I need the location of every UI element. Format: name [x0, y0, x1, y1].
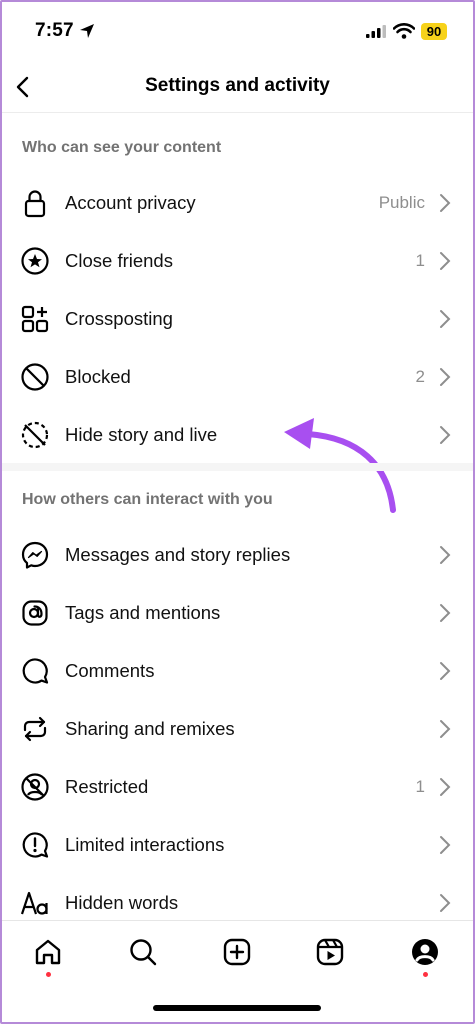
- settings-item-account-privacy[interactable]: Account privacy Public: [0, 173, 475, 231]
- restricted-icon: [20, 772, 50, 802]
- text-aa-icon: [20, 888, 50, 918]
- chevron-right-icon: [440, 604, 451, 622]
- settings-item-sharing-and-remixes[interactable]: Sharing and remixes: [0, 699, 475, 757]
- battery-indicator: 90: [421, 23, 447, 40]
- settings-item-comments[interactable]: Comments: [0, 641, 475, 699]
- repost-icon: [20, 714, 50, 744]
- profile-icon: [412, 939, 438, 965]
- chevron-right-icon: [440, 546, 451, 564]
- settings-item-messages-and-story-replies[interactable]: Messages and story replies: [0, 525, 475, 583]
- home-icon: [35, 939, 61, 965]
- chevron-right-icon: [440, 778, 451, 796]
- tab-reels[interactable]: [313, 935, 347, 969]
- settings-item-value: 1: [415, 777, 425, 796]
- chevron-right-icon: [440, 720, 451, 738]
- star-circle-icon: [20, 246, 50, 276]
- settings-item-label: Crossposting: [65, 308, 173, 329]
- chevron-right-icon: [440, 662, 451, 680]
- settings-item-label: Hide story and live: [65, 424, 218, 445]
- tab-profile[interactable]: [408, 935, 442, 969]
- section-divider: [0, 463, 475, 471]
- notification-dot: [423, 972, 428, 977]
- tab-create[interactable]: [220, 935, 254, 969]
- settings-item-label: Hidden words: [65, 892, 179, 913]
- hide-story-icon: [20, 420, 50, 450]
- chevron-right-icon: [440, 194, 451, 212]
- settings-item-limited-interactions[interactable]: Limited interactions: [0, 815, 475, 873]
- location-arrow-icon: [80, 24, 94, 38]
- settings-item-label: Limited interactions: [65, 834, 225, 855]
- chevron-right-icon: [440, 368, 451, 386]
- messenger-icon: [20, 540, 50, 570]
- settings-item-blocked[interactable]: Blocked 2: [0, 347, 475, 405]
- search-icon: [130, 939, 157, 966]
- settings-item-label: Blocked: [65, 366, 131, 387]
- tab-search[interactable]: [126, 935, 160, 969]
- comment-icon: [20, 656, 50, 686]
- settings-item-crossposting[interactable]: Crossposting: [0, 289, 475, 347]
- grid-plus-icon: [20, 304, 50, 334]
- cellular-signal-icon: [366, 25, 386, 38]
- notification-dot: [46, 972, 51, 977]
- settings-item-close-friends[interactable]: Close friends 1: [0, 231, 475, 289]
- reels-icon: [316, 938, 344, 966]
- status-bar: 7:57 90: [0, 0, 475, 62]
- chevron-right-icon: [440, 836, 451, 854]
- settings-item-value: 2: [415, 367, 425, 386]
- settings-item-label: Close friends: [65, 250, 173, 271]
- settings-item-label: Tags and mentions: [65, 602, 221, 623]
- tab-home[interactable]: [31, 935, 65, 969]
- section-title-interactions: How others can interact with you: [22, 491, 273, 508]
- settings-item-restricted[interactable]: Restricted 1: [0, 757, 475, 815]
- chevron-right-icon: [440, 310, 451, 328]
- create-icon: [223, 938, 251, 966]
- lock-icon: [20, 188, 50, 218]
- home-indicator: [153, 1005, 321, 1011]
- section-title-visibility: Who can see your content: [22, 139, 222, 156]
- settings-item-value: Public: [378, 193, 425, 212]
- settings-item-label: Sharing and remixes: [65, 718, 235, 739]
- settings-item-value: 1: [415, 251, 425, 270]
- alert-bubble-icon: [20, 830, 50, 860]
- chevron-right-icon: [440, 426, 451, 444]
- at-sign-icon: [20, 598, 50, 628]
- chevron-right-icon: [440, 252, 451, 270]
- settings-item-label: Account privacy: [65, 192, 196, 213]
- status-time: 7:57: [35, 20, 74, 41]
- top-nav: Settings and activity: [0, 62, 475, 113]
- page-title: Settings and activity: [145, 75, 330, 96]
- settings-item-tags-and-mentions[interactable]: Tags and mentions: [0, 583, 475, 641]
- settings-item-label: Restricted: [65, 776, 149, 797]
- chevron-right-icon: [440, 894, 451, 912]
- blocked-icon: [20, 362, 50, 392]
- settings-item-label: Comments: [65, 660, 155, 681]
- wifi-icon: [393, 23, 415, 39]
- settings-item-label: Messages and story replies: [65, 544, 291, 565]
